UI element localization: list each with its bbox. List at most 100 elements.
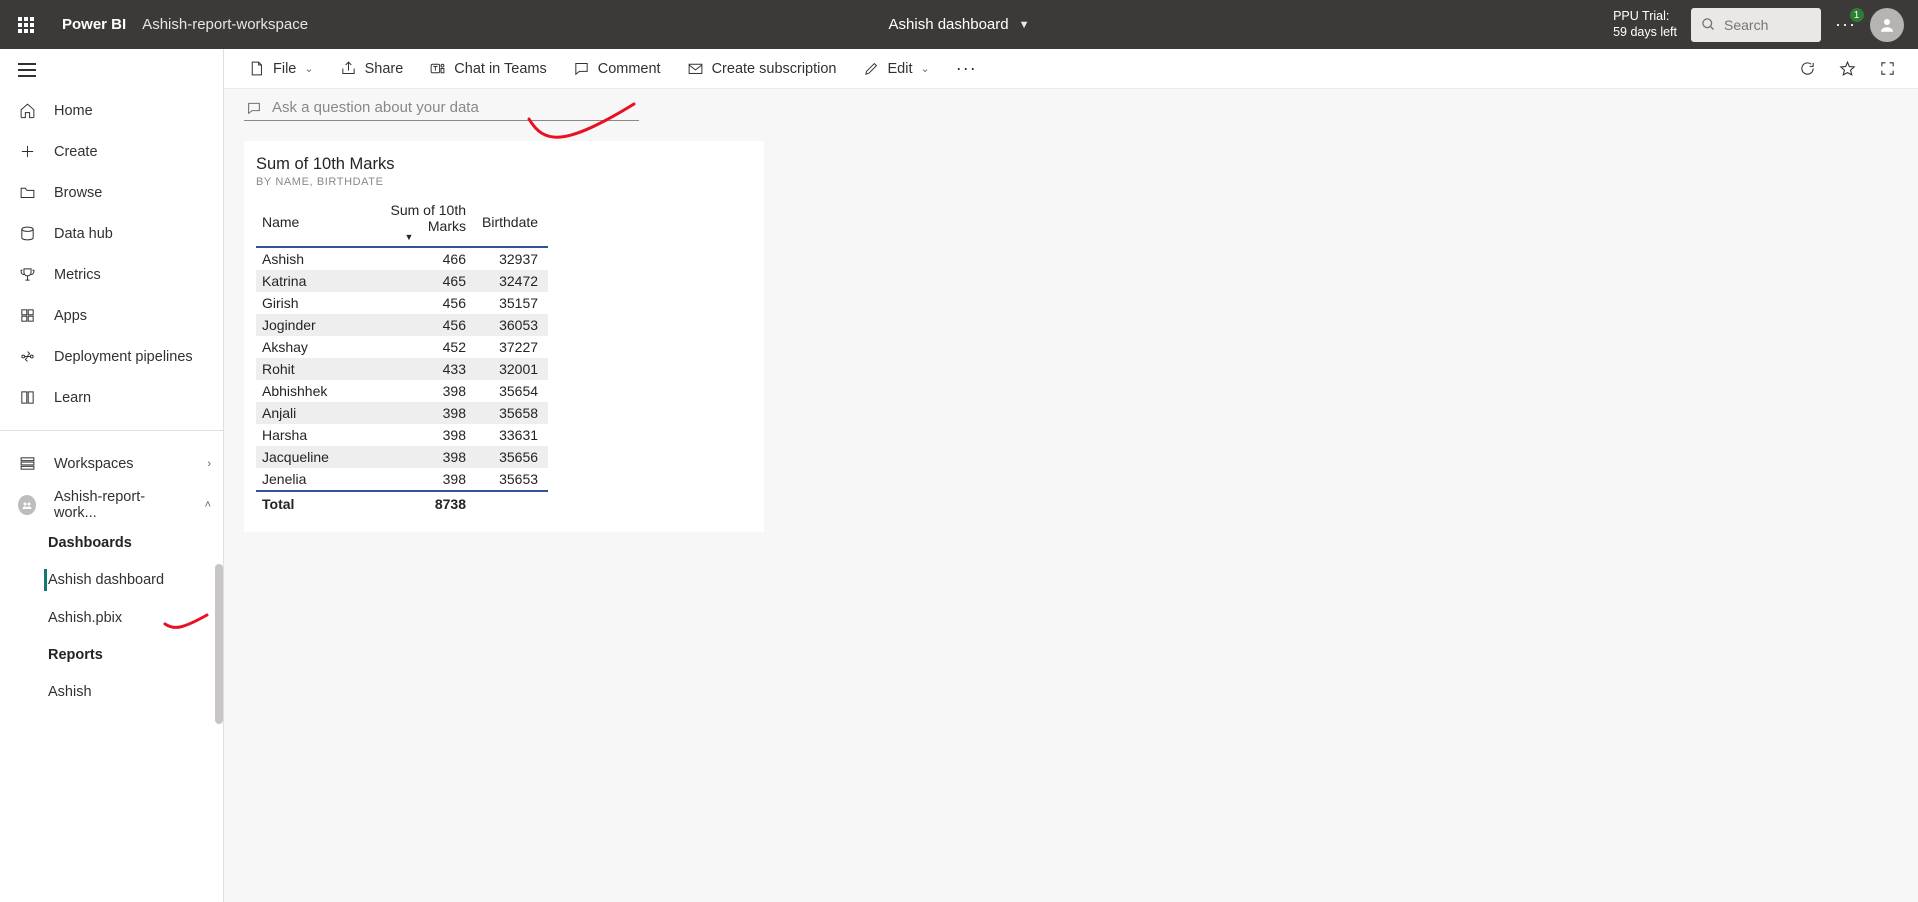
app-launcher-icon[interactable]: [18, 17, 34, 33]
table-row[interactable]: Anjali39835658: [256, 402, 548, 424]
col-marks[interactable]: Sum of 10th Marks ▼: [346, 198, 476, 247]
total-value: 8738: [346, 491, 476, 516]
dashboard-toolbar: File ⌄ Share Chat in Teams Comment Creat…: [224, 49, 1918, 89]
dashboard-tile[interactable]: Sum of 10th Marks BY NAME, BIRTHDATE Nam…: [244, 141, 764, 532]
cell-marks: 466: [346, 247, 476, 270]
comment-button[interactable]: Comment: [563, 49, 671, 89]
cell-birth: 33631: [476, 424, 548, 446]
nav-label: Apps: [54, 308, 87, 324]
account-avatar[interactable]: [1870, 8, 1904, 42]
global-search[interactable]: [1691, 8, 1821, 42]
dashboard-title-dropdown[interactable]: Ashish dashboard ▼: [889, 16, 1030, 33]
nav-current-workspace[interactable]: Ashish-report-work... ˄: [0, 484, 223, 525]
person-icon: [1878, 16, 1896, 34]
more-options-button[interactable]: ··· 1: [1835, 14, 1856, 35]
edit-menu[interactable]: Edit ⌄: [853, 49, 940, 89]
nav-label: Metrics: [54, 267, 101, 283]
nav-label: Data hub: [54, 226, 113, 242]
chat-bubble-icon: [246, 100, 262, 116]
table-row[interactable]: Abhishhek39835654: [256, 380, 548, 402]
cell-birth: 35656: [476, 446, 548, 468]
nav-collapse-toggle[interactable]: [0, 49, 223, 90]
data-table: Name Sum of 10th Marks ▼ Birthdate Ashis…: [256, 198, 548, 516]
cell-name: Jenelia: [256, 468, 346, 491]
nav-create[interactable]: Create: [0, 131, 223, 172]
hamburger-icon: [18, 63, 36, 77]
table-row[interactable]: Harsha39833631: [256, 424, 548, 446]
left-navigation: Home Create Browse Data hub Metrics Apps…: [0, 49, 224, 902]
more-toolbar-button[interactable]: ···: [946, 49, 987, 89]
share-button[interactable]: Share: [330, 49, 414, 89]
cell-marks: 465: [346, 270, 476, 292]
cell-marks: 398: [346, 424, 476, 446]
chevron-down-icon: ▼: [1019, 19, 1030, 31]
nav-home[interactable]: Home: [0, 90, 223, 131]
breadcrumb-workspace[interactable]: Ashish-report-workspace: [142, 16, 308, 33]
chat-teams-button[interactable]: Chat in Teams: [419, 49, 556, 89]
cell-birth: 35157: [476, 292, 548, 314]
cell-birth: 35658: [476, 402, 548, 424]
nav-label: Browse: [54, 185, 102, 201]
table-row[interactable]: Jacqueline39835656: [256, 446, 548, 468]
tree-item-dashboard-active[interactable]: Ashish dashboard: [0, 561, 223, 599]
cell-marks: 456: [346, 292, 476, 314]
cell-name: Katrina: [256, 270, 346, 292]
col-birthdate[interactable]: Birthdate: [476, 198, 548, 247]
sidebar-scrollbar[interactable]: [215, 564, 223, 724]
refresh-button[interactable]: [1790, 60, 1824, 77]
cell-marks: 433: [346, 358, 476, 380]
nav-pipelines[interactable]: Deployment pipelines: [0, 336, 223, 377]
nav-metrics[interactable]: Metrics: [0, 254, 223, 295]
subscription-button[interactable]: Create subscription: [677, 49, 847, 89]
nav-browse[interactable]: Browse: [0, 172, 223, 213]
refresh-icon: [1799, 60, 1816, 77]
nav-apps[interactable]: Apps: [0, 295, 223, 336]
workspaces-icon: [19, 455, 36, 472]
file-icon: [248, 60, 265, 77]
global-header: Power BI Ashish-report-workspace Ashish …: [0, 0, 1918, 49]
pipeline-icon: [19, 348, 36, 365]
cell-name: Ashish: [256, 247, 346, 270]
favorite-button[interactable]: [1830, 60, 1864, 77]
chevron-up-icon: ˄: [205, 499, 211, 511]
comment-icon: [573, 60, 590, 77]
table-row[interactable]: Ashish46632937: [256, 247, 548, 270]
table-row[interactable]: Girish45635157: [256, 292, 548, 314]
nav-data-hub[interactable]: Data hub: [0, 213, 223, 254]
nav-learn[interactable]: Learn: [0, 377, 223, 418]
book-icon: [19, 389, 36, 406]
tree-item-dashboard[interactable]: Ashish.pbix: [0, 599, 223, 637]
nav-label: Deployment pipelines: [54, 349, 193, 365]
product-brand[interactable]: Power BI: [62, 16, 126, 33]
nav-label: Home: [54, 103, 93, 119]
folder-icon: [19, 184, 36, 201]
chevron-down-icon: ⌄: [921, 62, 930, 75]
cell-marks: 398: [346, 402, 476, 424]
qna-input[interactable]: Ask a question about your data: [244, 97, 639, 121]
table-row[interactable]: Joginder45636053: [256, 314, 548, 336]
fullscreen-button[interactable]: [1870, 60, 1904, 77]
table-row[interactable]: Rohit43332001: [256, 358, 548, 380]
trial-status: PPU Trial: 59 days left: [1613, 9, 1677, 40]
chevron-down-icon: ⌄: [304, 62, 313, 75]
cell-marks: 398: [346, 468, 476, 491]
teams-icon: [429, 60, 446, 77]
nav-label: Create: [54, 144, 98, 160]
nav-workspaces[interactable]: Workspaces ›: [0, 443, 223, 484]
table-row[interactable]: Katrina46532472: [256, 270, 548, 292]
search-icon: [1701, 17, 1716, 32]
nav-label: Workspaces: [54, 456, 134, 472]
tree-item-report[interactable]: Ashish: [0, 673, 223, 711]
star-icon: [1839, 60, 1856, 77]
file-menu[interactable]: File ⌄: [238, 49, 324, 89]
col-name[interactable]: Name: [256, 198, 346, 247]
notification-badge: 1: [1850, 8, 1864, 22]
table-row[interactable]: Jenelia39835653: [256, 468, 548, 491]
cell-marks: 452: [346, 336, 476, 358]
cell-name: Joginder: [256, 314, 346, 336]
cell-marks: 456: [346, 314, 476, 336]
tile-subtitle: BY NAME, BIRTHDATE: [256, 176, 752, 188]
search-input[interactable]: [1724, 17, 1804, 33]
cell-name: Harsha: [256, 424, 346, 446]
table-row[interactable]: Akshay45237227: [256, 336, 548, 358]
